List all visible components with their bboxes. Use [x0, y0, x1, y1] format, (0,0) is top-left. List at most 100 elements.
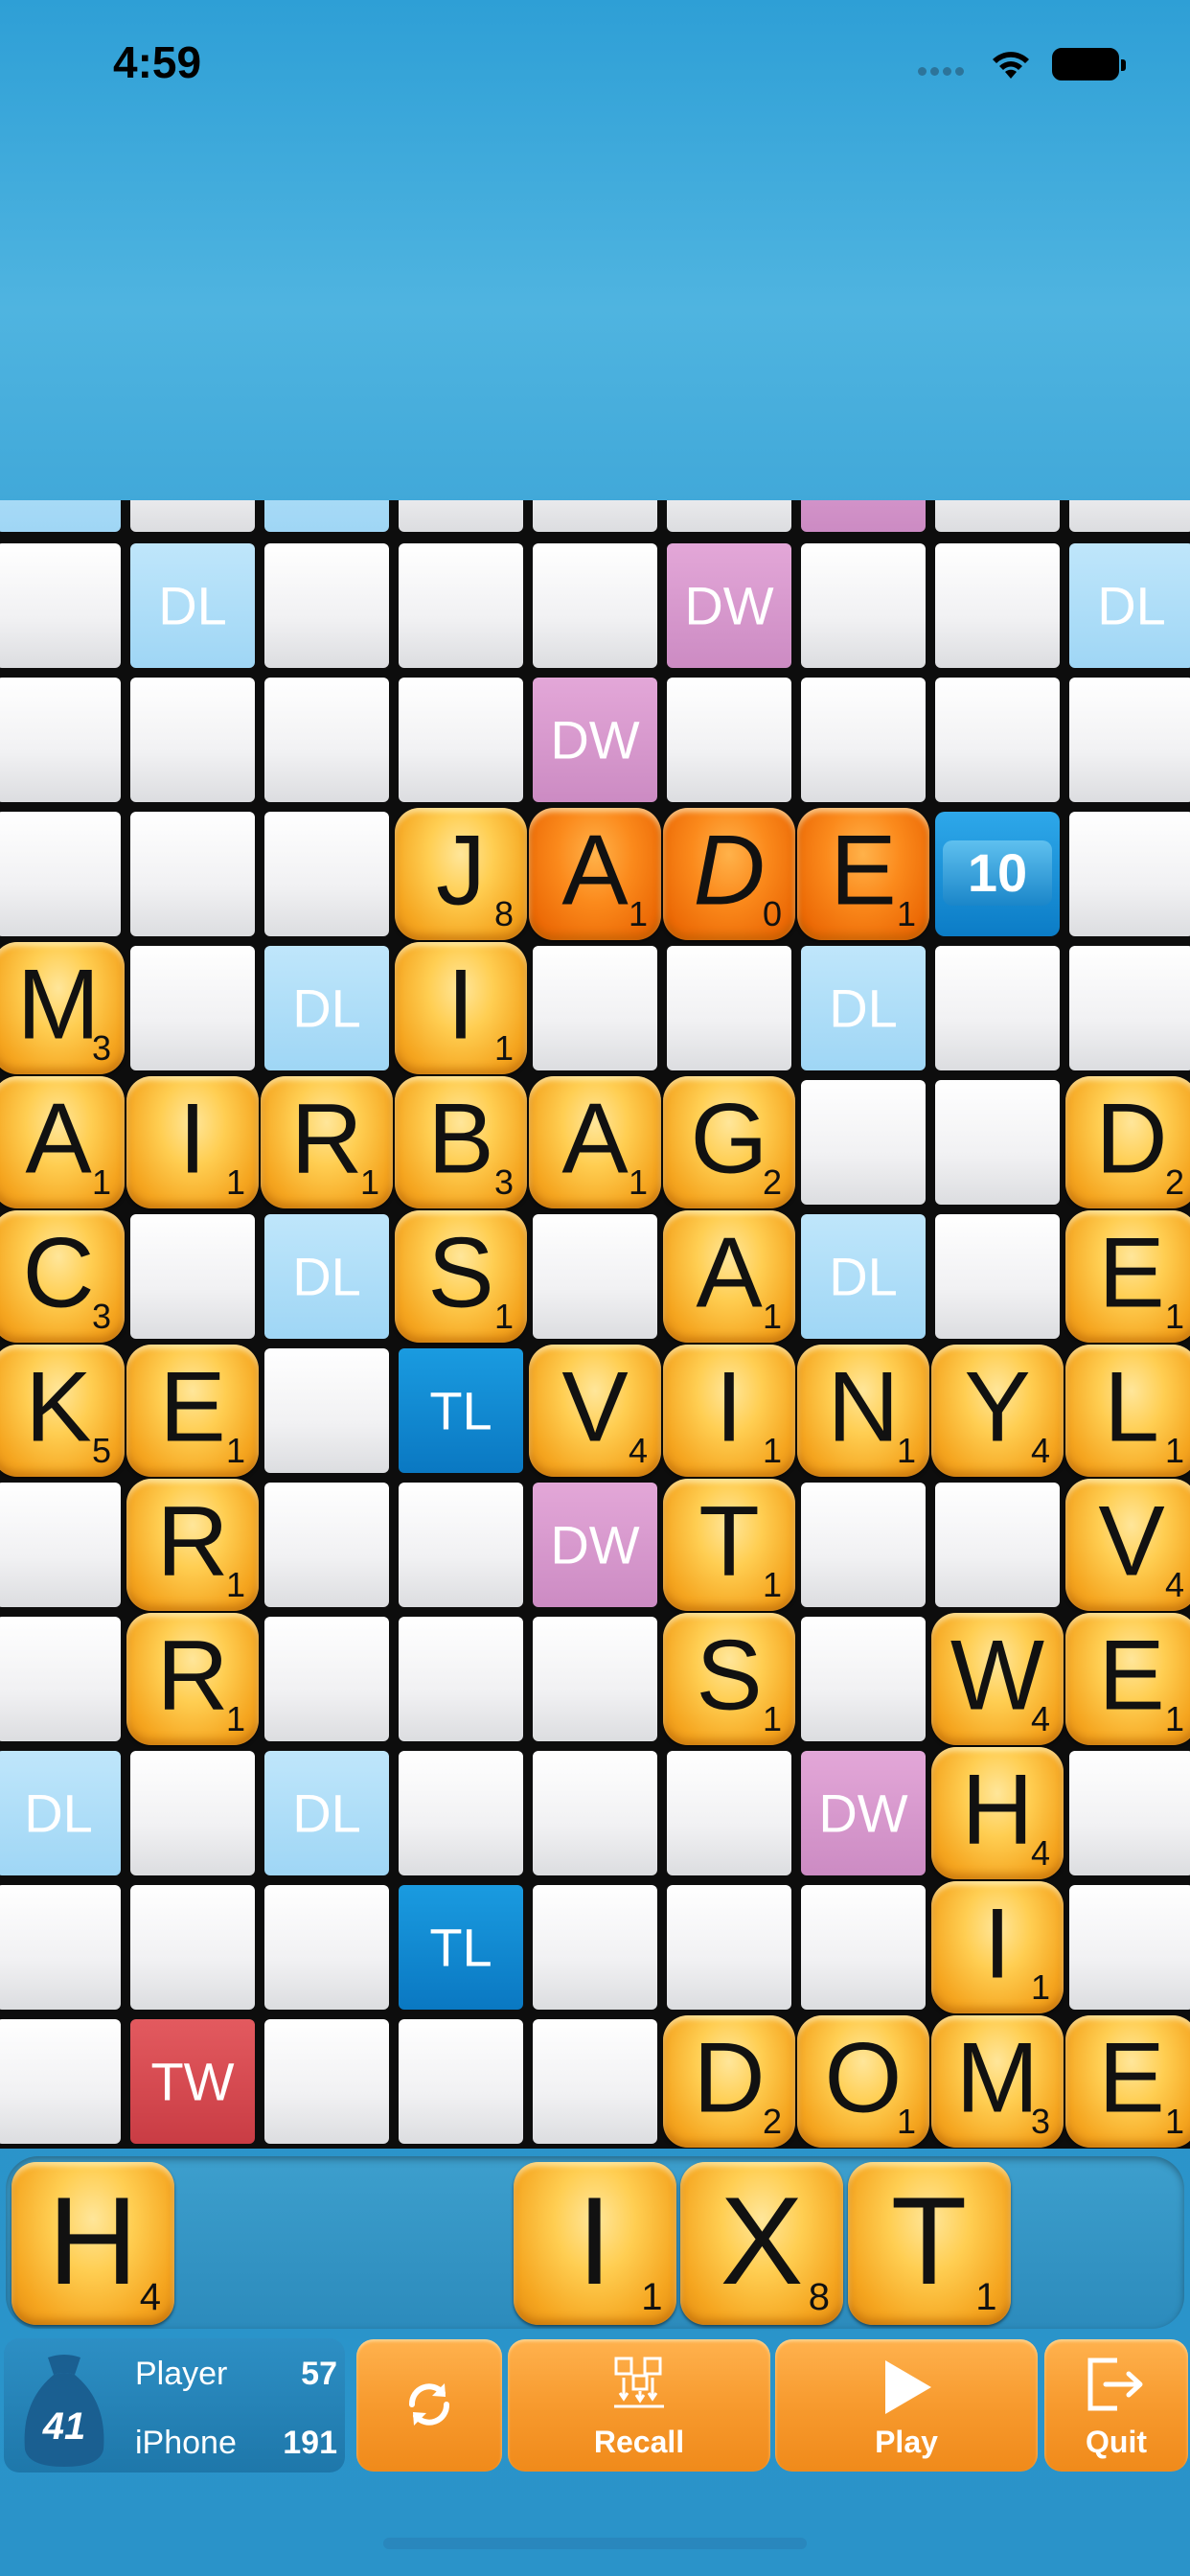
board-cell[interactable]	[1069, 500, 1190, 532]
rack-tile[interactable]: H4	[11, 2162, 174, 2325]
board-cell[interactable]	[801, 500, 926, 532]
letter-tile[interactable]: G2	[663, 1076, 795, 1208]
board-cell[interactable]	[801, 1617, 926, 1741]
board-cell[interactable]	[130, 500, 255, 532]
board-cell[interactable]	[801, 678, 926, 802]
play-button[interactable]: Play	[775, 2339, 1038, 2472]
rack-tile[interactable]: X8	[680, 2162, 843, 2325]
board-cell[interactable]: DL	[264, 1751, 389, 1875]
recall-button[interactable]: Recall	[508, 2339, 770, 2472]
board-cell[interactable]	[533, 1885, 657, 2010]
board-cell[interactable]	[130, 946, 255, 1070]
letter-tile[interactable]: R1	[261, 1076, 393, 1208]
board-cell[interactable]: DW	[667, 543, 791, 668]
board-cell[interactable]	[667, 946, 791, 1070]
board-cell[interactable]	[264, 812, 389, 936]
letter-tile[interactable]: A1	[663, 1210, 795, 1343]
quit-button[interactable]: Quit	[1044, 2339, 1188, 2472]
letter-tile[interactable]: A1	[529, 808, 661, 940]
letter-tile[interactable]: D0	[663, 808, 795, 940]
board-cell[interactable]: DL	[0, 1751, 121, 1875]
letter-tile[interactable]: A1	[529, 1076, 661, 1208]
board-cell[interactable]	[801, 1080, 926, 1205]
board-cell[interactable]	[935, 1214, 1060, 1339]
board-cell[interactable]	[264, 1617, 389, 1741]
board-cell[interactable]: DW	[801, 1751, 926, 1875]
letter-tile[interactable]: N1	[797, 1345, 929, 1477]
letter-tile[interactable]: T1	[663, 1479, 795, 1611]
board-cell[interactable]	[935, 543, 1060, 668]
tile-bag[interactable]: 41	[15, 2350, 113, 2469]
letter-tile[interactable]: L1	[1065, 1345, 1190, 1477]
board-cell[interactable]: DW	[533, 678, 657, 802]
letter-tile[interactable]: S1	[663, 1613, 795, 1745]
board-cell[interactable]	[399, 543, 523, 668]
board-cell[interactable]	[130, 678, 255, 802]
board-cell[interactable]	[264, 2019, 389, 2144]
letter-tile[interactable]: M3	[0, 942, 125, 1074]
board-cell[interactable]: DW	[533, 1483, 657, 1607]
board-cell[interactable]	[130, 1214, 255, 1339]
board-cell[interactable]	[0, 543, 121, 668]
letter-tile[interactable]: O1	[797, 2015, 929, 2148]
board-cell[interactable]	[0, 2019, 121, 2144]
letter-tile[interactable]: W4	[931, 1613, 1064, 1745]
board-cell[interactable]	[399, 678, 523, 802]
board-cell[interactable]	[264, 1483, 389, 1607]
board-cell[interactable]	[399, 500, 523, 532]
letter-tile[interactable]: K5	[0, 1345, 125, 1477]
letter-tile[interactable]: E1	[797, 808, 929, 940]
board-cell[interactable]	[533, 946, 657, 1070]
letter-tile[interactable]: I1	[395, 942, 527, 1074]
board-cell[interactable]	[667, 500, 791, 532]
rack-tile[interactable]: I1	[513, 2162, 676, 2325]
board-cell[interactable]	[935, 946, 1060, 1070]
board-cell[interactable]	[130, 812, 255, 936]
letter-tile[interactable]: E1	[1065, 1210, 1190, 1343]
letter-tile[interactable]: S1	[395, 1210, 527, 1343]
board-cell[interactable]	[935, 1080, 1060, 1205]
board-cell[interactable]	[399, 1617, 523, 1741]
board-cell[interactable]	[0, 1617, 121, 1741]
board-cell[interactable]	[533, 1214, 657, 1339]
board-cell[interactable]	[0, 500, 121, 532]
board-cell[interactable]	[533, 1751, 657, 1875]
board-cell[interactable]	[0, 1483, 121, 1607]
board-cell[interactable]	[801, 1483, 926, 1607]
letter-tile[interactable]: V4	[1065, 1479, 1190, 1611]
board-cell[interactable]	[264, 1885, 389, 2010]
board-cell[interactable]	[130, 1751, 255, 1875]
board-cell[interactable]	[0, 678, 121, 802]
board-cell[interactable]	[533, 2019, 657, 2144]
board-cell[interactable]	[399, 1751, 523, 1875]
board-cell[interactable]	[1069, 1885, 1190, 2010]
letter-tile[interactable]: I1	[931, 1881, 1064, 2013]
board-cell[interactable]: DL	[130, 543, 255, 668]
board-cell[interactable]	[264, 543, 389, 668]
board-cell[interactable]	[264, 1348, 389, 1473]
letter-tile[interactable]: I1	[126, 1076, 259, 1208]
board-cell[interactable]	[399, 1483, 523, 1607]
board-cell[interactable]	[399, 2019, 523, 2144]
rack-tile[interactable]: T1	[847, 2162, 1011, 2325]
letter-tile[interactable]: M3	[931, 2015, 1064, 2148]
board-cell[interactable]	[935, 678, 1060, 802]
letter-tile[interactable]: E1	[1065, 1613, 1190, 1745]
letter-tile[interactable]: Y4	[931, 1345, 1064, 1477]
board-cell[interactable]: DL	[264, 1214, 389, 1339]
board-cell[interactable]	[1069, 1751, 1190, 1875]
letter-tile[interactable]: I1	[663, 1345, 795, 1477]
letter-tile[interactable]: V4	[529, 1345, 661, 1477]
board-cell[interactable]	[533, 500, 657, 532]
letter-tile[interactable]: D2	[1065, 1076, 1190, 1208]
board-cell[interactable]	[667, 1885, 791, 2010]
board-cell[interactable]	[935, 500, 1060, 532]
letter-tile[interactable]: B3	[395, 1076, 527, 1208]
board-cell[interactable]	[667, 678, 791, 802]
board-cell[interactable]	[533, 1617, 657, 1741]
letter-tile[interactable]: E1	[1065, 2015, 1190, 2148]
letter-tile[interactable]: C3	[0, 1210, 125, 1343]
board-cell[interactable]	[264, 678, 389, 802]
board-cell[interactable]: DL	[1069, 543, 1190, 668]
board-cell[interactable]: TL	[399, 1885, 523, 2010]
